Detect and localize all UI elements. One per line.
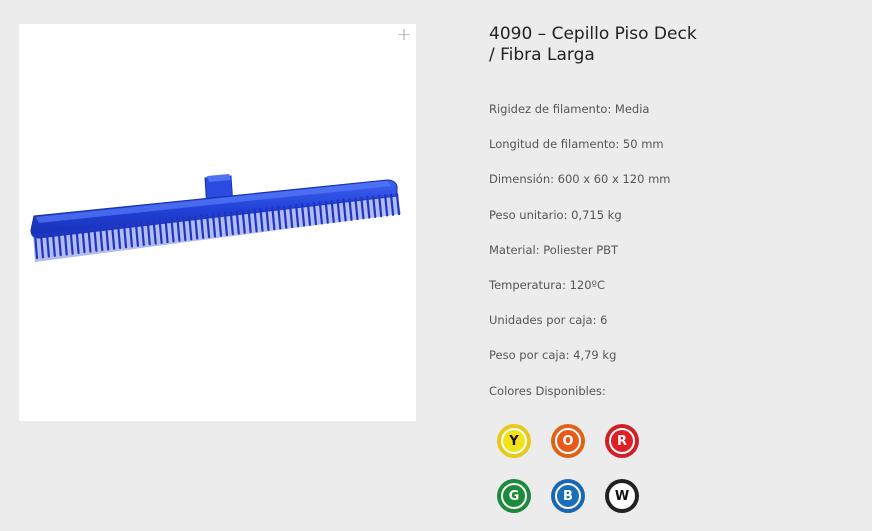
spec-temperature: Temperatura: 120ºC (489, 277, 605, 292)
zoom-button[interactable]: + (396, 26, 412, 44)
spec-material: Material: Poliester PBT (489, 242, 619, 257)
color-swatch-blue[interactable]: B (551, 479, 585, 513)
color-swatch-letter: G (501, 483, 527, 509)
spec-list: Rigidez de filamento: Media Longitud de … (489, 102, 670, 419)
color-swatch-yellow[interactable]: Y (497, 424, 531, 458)
broom-image (30, 174, 401, 262)
spec-box-weight: Peso por caja: 4,79 kg (489, 348, 617, 363)
color-swatch-letter: Y (501, 428, 527, 454)
spec-dimension: Dimensión: 600 x 60 x 120 mm (489, 172, 671, 187)
product-title: 4090 – Cepillo Piso Deck / Fibra Larga (489, 24, 709, 66)
color-swatch-letter: B (555, 483, 581, 509)
spec-unit-weight: Peso unitario: 0,715 kg (489, 207, 622, 222)
product-page: + 4090 – Cepillo Piso Deck / Fibra Larga… (0, 0, 872, 531)
color-swatch-white[interactable]: W (605, 479, 639, 513)
spec-units-per-box: Unidades por caja: 6 (489, 313, 608, 328)
spec-filament-length: Longitud de filamento: 50 mm (489, 137, 664, 152)
product-info: 4090 – Cepillo Piso Deck / Fibra Larga R… (489, 24, 849, 513)
color-swatch-letter: W (609, 483, 635, 509)
product-title-line2: / Fibra Larga (489, 45, 595, 65)
color-swatch-letter: R (609, 428, 635, 454)
color-swatch-red[interactable]: R (605, 424, 639, 458)
product-title-line1: 4090 – Cepillo Piso Deck (489, 24, 697, 44)
color-swatch-green[interactable]: G (497, 479, 531, 513)
color-swatch-orange[interactable]: O (551, 424, 585, 458)
colors-available-label: Colores Disponibles: (489, 383, 606, 398)
spec-filament-rigidity: Rigidez de filamento: Media (489, 102, 650, 116)
color-swatch-letter: O (555, 428, 581, 454)
product-image-panel: + (19, 24, 416, 421)
